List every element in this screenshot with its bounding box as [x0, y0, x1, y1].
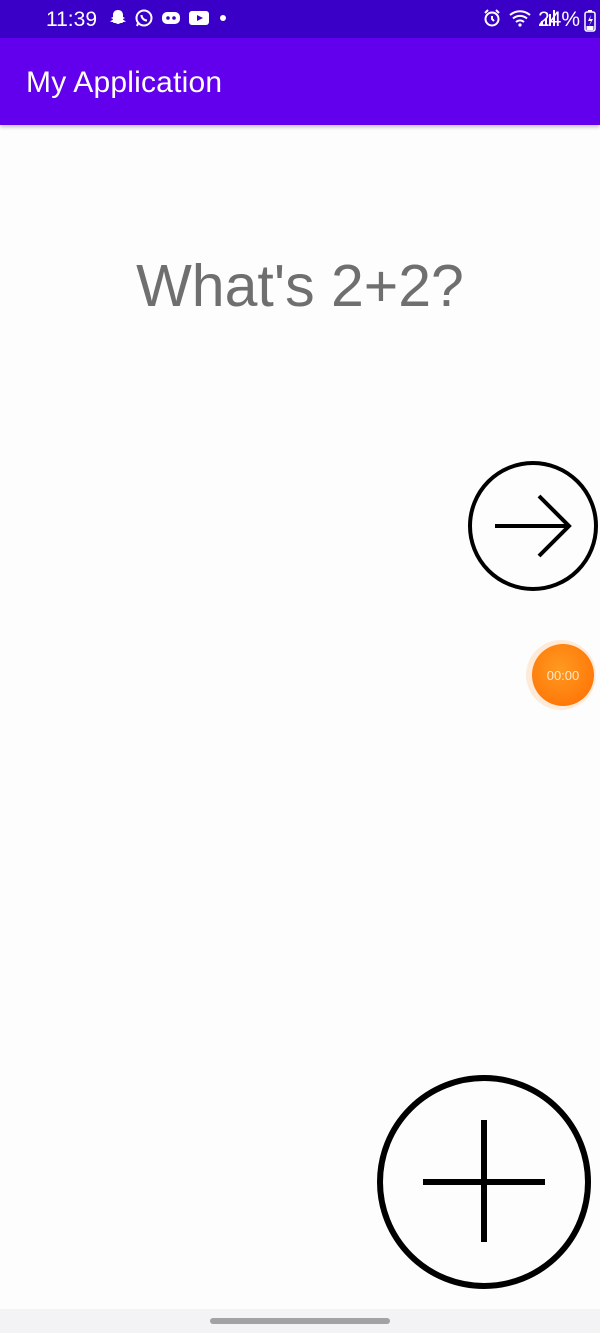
dot-icon: [216, 8, 230, 33]
timer-circle: 00:00: [532, 644, 594, 706]
arrow-right-icon: [468, 461, 598, 591]
navigation-bar: [0, 1309, 600, 1333]
app-bar: My Application: [0, 38, 600, 125]
next-button[interactable]: [467, 460, 599, 592]
battery-percentage: 24%: [537, 8, 580, 31]
status-time: 11:39: [46, 8, 97, 31]
whatsapp-icon: [134, 8, 154, 33]
home-indicator[interactable]: [210, 1318, 390, 1324]
alarm-icon: [482, 8, 502, 33]
app-title: My Application: [26, 66, 223, 99]
wifi-icon: [508, 8, 532, 33]
battery-icon: [584, 10, 596, 37]
youtube-icon: [188, 8, 210, 33]
plus-icon: [377, 1075, 591, 1289]
game-controller-icon: [160, 8, 182, 33]
status-bar: 11:39 24%: [0, 0, 600, 38]
snapchat-icon: [108, 8, 128, 33]
notification-icons: [108, 9, 230, 31]
timer-bubble[interactable]: 00:00: [526, 640, 596, 710]
question-text: What's 2+2?: [136, 253, 464, 319]
add-button[interactable]: [376, 1074, 592, 1290]
timer-label: 00:00: [546, 667, 580, 683]
